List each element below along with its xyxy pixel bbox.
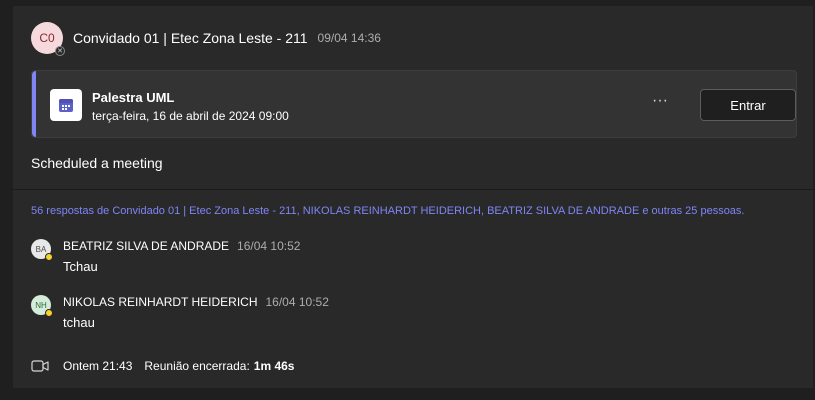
meeting-duration: 1m 46s bbox=[253, 359, 295, 373]
reply-author-line: BEATRIZ SILVA DE ANDRADE 16/04 10:52 bbox=[63, 239, 300, 253]
avatar[interactable]: BA bbox=[31, 239, 53, 261]
post-author[interactable]: Convidado 01 | Etec Zona Leste - 211 bbox=[73, 30, 308, 46]
video-camera-icon bbox=[31, 359, 49, 373]
activity-time: Ontem 21:43 bbox=[63, 359, 133, 373]
reply-timestamp: 16/04 10:52 bbox=[265, 295, 329, 309]
reply-text: Tchau bbox=[63, 259, 98, 274]
conversation-card: C0 ✕ Convidado 01 | Etec Zona Leste - 21… bbox=[13, 6, 813, 388]
replies-summary-link[interactable]: 56 respostas de Convidado 01 | Etec Zona… bbox=[31, 205, 744, 217]
more-options-icon[interactable]: ··· bbox=[650, 93, 670, 113]
post-header: C0 ✕ Convidado 01 | Etec Zona Leste - 21… bbox=[31, 22, 381, 56]
reply-author[interactable]: NIKOLAS REINHARDT HEIDERICH bbox=[63, 295, 257, 309]
calendar-icon bbox=[50, 89, 82, 121]
meeting-ended-label: Reunião encerrada: bbox=[144, 359, 250, 373]
post-text: Scheduled a meeting bbox=[31, 155, 163, 171]
reply-timestamp: 16/04 10:52 bbox=[237, 239, 301, 253]
meeting-accent-bar bbox=[32, 71, 36, 137]
avatar-initials: C0 bbox=[39, 31, 55, 45]
avatar-initials: NH bbox=[35, 300, 47, 310]
meeting-card[interactable]: Palestra UML terça-feira, 16 de abril de… bbox=[31, 70, 797, 138]
avatar[interactable]: C0 ✕ bbox=[31, 22, 65, 56]
meeting-datetime: terça-feira, 16 de abril de 2024 09:00 bbox=[92, 109, 289, 123]
join-button[interactable]: Entrar bbox=[700, 89, 796, 121]
avatar-initials: BA bbox=[35, 244, 47, 254]
meeting-title[interactable]: Palestra UML bbox=[92, 90, 174, 105]
reply-author-line: NIKOLAS REINHARDT HEIDERICH 16/04 10:52 bbox=[63, 295, 329, 309]
meeting-ended-activity: Ontem 21:43 Reunião encerrada: 1m 46s bbox=[31, 358, 294, 374]
reply-author[interactable]: BEATRIZ SILVA DE ANDRADE bbox=[63, 239, 229, 253]
presence-offline-icon: ✕ bbox=[55, 46, 65, 56]
presence-away-icon bbox=[45, 253, 53, 261]
reply-text: tchau bbox=[63, 315, 95, 330]
divider bbox=[13, 189, 813, 190]
post-timestamp: 09/04 14:36 bbox=[317, 31, 381, 45]
presence-away-icon bbox=[45, 309, 53, 317]
avatar[interactable]: NH bbox=[31, 295, 53, 317]
